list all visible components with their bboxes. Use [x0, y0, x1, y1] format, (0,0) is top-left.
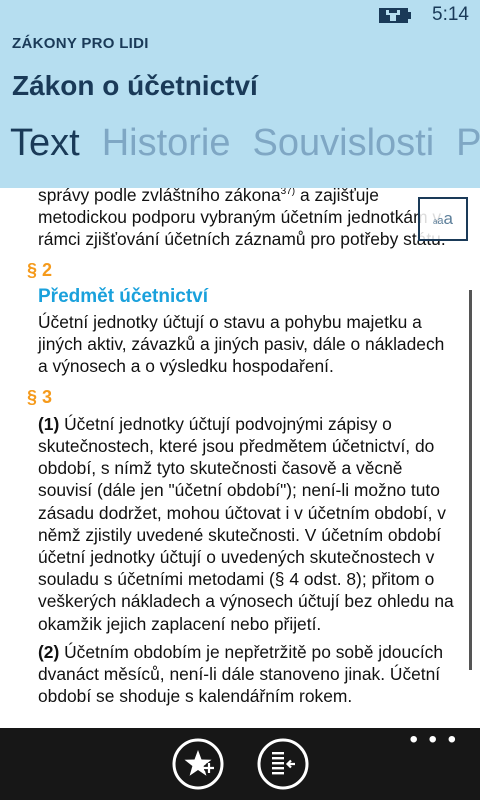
clock: 5:14: [432, 4, 469, 25]
pivot-tab-historie[interactable]: Historie: [102, 122, 231, 165]
pivot-tab-text[interactable]: Text: [10, 122, 80, 165]
section-3-paragraph-2: (2) Účetním obdobím je nepřetržitě po so…: [38, 641, 458, 708]
continued-text: správy podle zvláštního zákona: [38, 188, 281, 205]
battery-charging-icon: [379, 8, 411, 23]
footnote-ref[interactable]: 37): [281, 188, 295, 197]
law-text-body: správy podle zvláštního zákona37) a zaji…: [27, 188, 458, 711]
font-size-button[interactable]: aaa: [418, 197, 468, 241]
app-bar: • • •: [0, 728, 480, 800]
paragraph-text: Účetním obdobím je nepřetržitě po sobě j…: [38, 641, 444, 707]
scrollbar[interactable]: [469, 290, 472, 670]
pivot-tab-next[interactable]: P: [456, 122, 480, 165]
section-heading: Předmět účetnictví: [38, 285, 208, 307]
app-name: ZÁKONY PRO LIDI: [12, 35, 149, 52]
section-2-text: Účetní jednotky účtují o stavu a pohybu …: [38, 312, 445, 377]
continued-paragraph: správy podle zvláštního zákona37) a zaji…: [38, 188, 458, 251]
status-bar: 5:14: [0, 0, 480, 32]
section-number-2: § 2: [27, 259, 53, 280]
law-text-content[interactable]: správy podle zvláštního zákona37) a zaji…: [0, 188, 480, 728]
pivot-header: Text Historie Souvislosti P: [10, 122, 480, 165]
section-3-paragraph-1: (1) Účetní jednotky účtují podvojnými zá…: [38, 413, 458, 635]
pivot-tab-souvislosti[interactable]: Souvislosti: [253, 122, 435, 165]
section-number-3: § 3: [27, 386, 53, 407]
header: 5:14 ZÁKONY PRO LIDI Zákon o účetnictví …: [0, 0, 480, 188]
more-options-button[interactable]: • • •: [409, 728, 458, 752]
paragraph-label: (2): [38, 641, 60, 662]
table-of-contents-icon[interactable]: [255, 736, 311, 792]
paragraph-label: (1): [38, 413, 60, 434]
paragraph-text: Účetní jednotky účtují podvojnými zápisy…: [38, 413, 454, 634]
font-size-large-glyph: a: [443, 209, 454, 228]
page-title: Zákon o účetnictví: [12, 70, 258, 101]
favorite-star-icon[interactable]: [170, 736, 226, 792]
